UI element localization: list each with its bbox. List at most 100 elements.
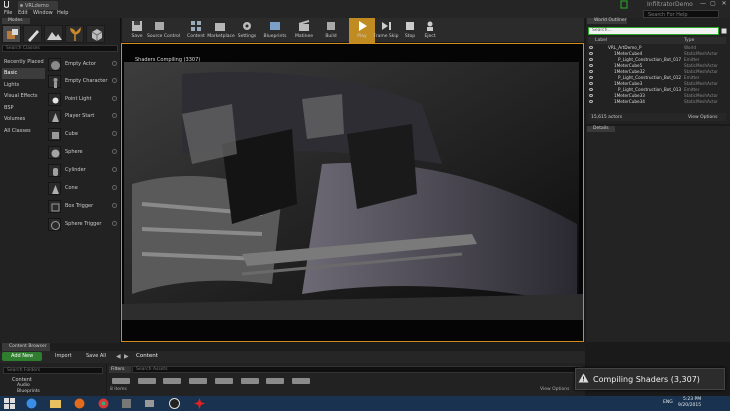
visibility-eye-icon[interactable] bbox=[589, 46, 593, 49]
frame-skip-button[interactable]: Frame Skip bbox=[373, 18, 399, 43]
info-icon[interactable] bbox=[112, 185, 117, 190]
maximize-button[interactable]: ▢ bbox=[708, 0, 718, 8]
visibility-eye-icon[interactable] bbox=[589, 88, 593, 91]
tab-project[interactable]: VRLdemo bbox=[18, 1, 58, 10]
category-lights[interactable]: Lights bbox=[2, 80, 45, 91]
folder-icon[interactable] bbox=[215, 378, 233, 384]
tab-world-outliner[interactable]: World Outliner bbox=[587, 18, 627, 24]
category-bsp[interactable]: BSP bbox=[2, 103, 45, 114]
search-assets-input[interactable]: Search Assets bbox=[132, 366, 581, 373]
search-help-input[interactable]: Search For Help bbox=[643, 10, 719, 18]
placeable-sphere-trigger[interactable]: Sphere Trigger bbox=[46, 216, 120, 233]
language-indicator[interactable]: ENG bbox=[663, 400, 673, 405]
source-control-button[interactable]: Source Control bbox=[147, 18, 180, 43]
folder-icon[interactable] bbox=[112, 378, 130, 384]
level-viewport[interactable] bbox=[121, 43, 584, 342]
tab-content-browser[interactable]: Content Browser bbox=[2, 343, 50, 351]
content-path[interactable]: Content bbox=[136, 352, 158, 361]
filters-button[interactable]: Filters bbox=[109, 366, 131, 373]
tree-item-audio[interactable]: Audio bbox=[17, 383, 30, 388]
menu-edit[interactable]: Edit bbox=[18, 10, 28, 18]
category-recently-placed[interactable]: Recently Placed bbox=[2, 57, 45, 68]
clock-date[interactable]: 9/20/2015 bbox=[678, 403, 701, 408]
placeable-sphere[interactable]: Sphere bbox=[46, 144, 120, 161]
cb-view-options[interactable]: View Options bbox=[540, 387, 569, 392]
folder-icon[interactable] bbox=[266, 378, 284, 384]
info-icon[interactable] bbox=[112, 167, 117, 172]
placeable-player-start[interactable]: Player Start bbox=[46, 108, 120, 125]
outliner-search-input[interactable]: Search... bbox=[588, 27, 719, 35]
build-button[interactable]: Build bbox=[318, 18, 344, 43]
chrome-icon[interactable] bbox=[97, 397, 110, 410]
visibility-eye-icon[interactable] bbox=[589, 82, 593, 85]
paint-mode-button[interactable] bbox=[23, 25, 42, 43]
outliner-settings-icon[interactable] bbox=[721, 28, 727, 34]
info-icon[interactable] bbox=[112, 78, 117, 83]
tab-modes[interactable]: Modes bbox=[2, 18, 30, 24]
outliner-row[interactable]: 1MeterCube34 StaticMeshActor bbox=[588, 99, 726, 105]
info-icon[interactable] bbox=[112, 149, 117, 154]
eject-button[interactable]: Eject bbox=[417, 18, 443, 43]
search-folders-input[interactable]: Search Folders bbox=[3, 367, 103, 374]
placeable-cylinder[interactable]: Cylinder bbox=[46, 162, 120, 179]
blueprints-button[interactable]: Blueprints bbox=[262, 18, 288, 43]
tree-item-blueprints[interactable]: Blueprints bbox=[17, 389, 40, 394]
folder-icon[interactable] bbox=[138, 378, 156, 384]
category-basic[interactable]: Basic bbox=[2, 68, 45, 79]
visibility-eye-icon[interactable] bbox=[589, 100, 593, 103]
placeable-point-light[interactable]: Point Light bbox=[46, 91, 120, 108]
folder-icon[interactable] bbox=[189, 378, 207, 384]
info-icon[interactable] bbox=[112, 203, 117, 208]
firefox-icon[interactable] bbox=[73, 397, 86, 410]
windows-start-icon[interactable] bbox=[3, 397, 16, 410]
app-icon[interactable] bbox=[120, 397, 133, 410]
add-new-button[interactable]: Add New bbox=[2, 352, 42, 361]
visibility-eye-icon[interactable] bbox=[589, 58, 593, 61]
app-icon-3[interactable] bbox=[193, 397, 206, 410]
category-all-classes[interactable]: All Classes bbox=[2, 126, 45, 137]
tab-details[interactable]: Details bbox=[587, 126, 615, 132]
history-forward-icon[interactable]: ▶ bbox=[124, 352, 129, 361]
settings-button[interactable]: Settings bbox=[234, 18, 260, 43]
content-button[interactable]: Content bbox=[183, 18, 209, 43]
clock-time[interactable]: 5:23 PM bbox=[683, 397, 701, 402]
placeable-cone[interactable]: Cone bbox=[46, 180, 120, 197]
save-all-button[interactable]: Save All bbox=[86, 352, 106, 361]
menu-window[interactable]: Window bbox=[33, 10, 53, 18]
menu-file[interactable]: File bbox=[4, 10, 12, 18]
visibility-eye-icon[interactable] bbox=[589, 94, 593, 97]
source-control-icon[interactable] bbox=[620, 0, 628, 9]
geometry-mode-button[interactable] bbox=[86, 25, 105, 43]
visibility-eye-icon[interactable] bbox=[589, 76, 593, 79]
minimize-button[interactable]: — bbox=[698, 0, 708, 8]
category-visual-effects[interactable]: Visual Effects bbox=[2, 91, 45, 102]
menu-help[interactable]: Help bbox=[57, 10, 68, 18]
place-mode-button[interactable] bbox=[2, 25, 21, 43]
import-button[interactable]: Import bbox=[55, 352, 72, 361]
unreal-engine-taskbar-icon[interactable] bbox=[168, 397, 181, 410]
placeable-empty-actor[interactable]: Empty Actor bbox=[46, 56, 120, 73]
folder-icon[interactable] bbox=[163, 378, 181, 384]
info-icon[interactable] bbox=[112, 131, 117, 136]
placeable-empty-character[interactable]: Empty Character bbox=[46, 73, 120, 90]
info-icon[interactable] bbox=[112, 113, 117, 118]
folder-icon[interactable] bbox=[292, 378, 310, 384]
info-icon[interactable] bbox=[112, 61, 117, 66]
visibility-eye-icon[interactable] bbox=[589, 70, 593, 73]
category-volumes[interactable]: Volumes bbox=[2, 114, 45, 125]
info-icon[interactable] bbox=[112, 221, 117, 226]
internet-explorer-icon[interactable] bbox=[25, 397, 38, 410]
placeable-box-trigger[interactable]: Box Trigger bbox=[46, 198, 120, 215]
close-button[interactable]: ✕ bbox=[719, 0, 729, 8]
landscape-mode-button[interactable] bbox=[44, 25, 63, 43]
search-classes-input[interactable]: Search Classes bbox=[2, 45, 118, 52]
foliage-mode-button[interactable] bbox=[65, 25, 84, 43]
outliner-col-type[interactable]: Type bbox=[684, 38, 694, 43]
visibility-eye-icon[interactable] bbox=[589, 52, 593, 55]
app-icon-2[interactable] bbox=[143, 397, 156, 410]
matinee-button[interactable]: Matinee bbox=[291, 18, 317, 43]
play-button[interactable]: Play bbox=[349, 18, 375, 43]
history-back-icon[interactable]: ◀ bbox=[116, 352, 121, 361]
placeable-cube[interactable]: Cube bbox=[46, 126, 120, 143]
marketplace-button[interactable]: Marketplace bbox=[207, 18, 235, 43]
